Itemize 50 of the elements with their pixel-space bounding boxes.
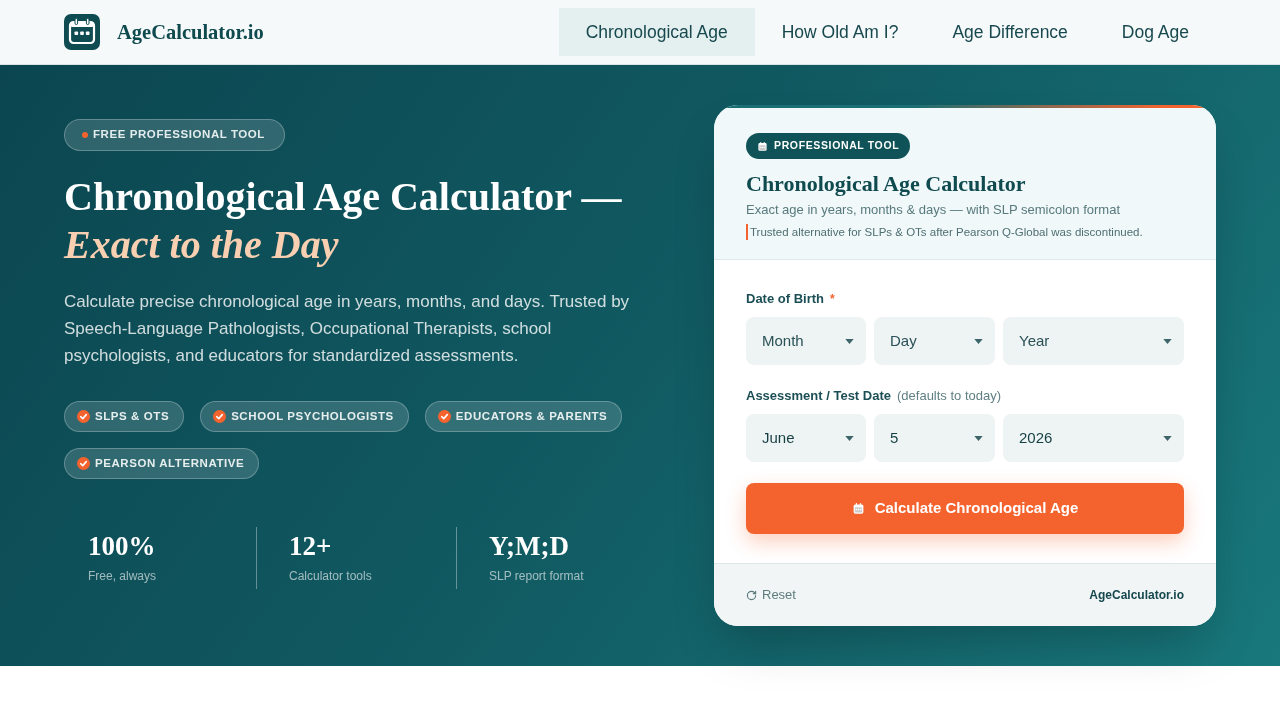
calendar-logo-icon xyxy=(64,14,100,50)
select-field[interactable]: 2026 xyxy=(1003,414,1184,462)
badge-label: PROFESSIONAL TOOL xyxy=(774,138,900,154)
calendar-icon xyxy=(851,502,865,515)
caret-icon xyxy=(1163,435,1172,441)
reset-icon xyxy=(746,589,757,601)
status-dot-icon xyxy=(82,132,88,138)
reset-button[interactable]: Reset xyxy=(746,585,796,605)
tag-label: EDUCATORS & PARENTS xyxy=(455,408,608,424)
check-circle-icon xyxy=(213,410,227,423)
stat-value: 100% xyxy=(88,531,157,561)
caret-icon xyxy=(974,435,983,441)
select-field[interactable]: Day xyxy=(874,317,995,365)
field-label: Assessment / Test Date xyxy=(746,387,891,405)
caret-icon xyxy=(974,338,983,344)
card-subtitle: Exact age in years, months & days — with SLP semicolon format xyxy=(746,201,1121,219)
tag-label: PEARSON ALTERNATIVE xyxy=(95,455,245,471)
field-hint: (defaults to today) xyxy=(897,387,1002,405)
check-circle-icon xyxy=(77,457,90,470)
select-field[interactable]: Year xyxy=(1003,317,1184,365)
nav-tab[interactable]: Chronological Age xyxy=(558,8,755,56)
nav-tab[interactable]: Dog Age xyxy=(1094,8,1216,56)
hero-title: Chronological Age Calculator — xyxy=(64,173,622,221)
footer-brand: AgeCalculator.io xyxy=(1089,587,1184,604)
nav-tab[interactable]: How Old Am I? xyxy=(754,8,926,56)
card-title: Chronological Age Calculator xyxy=(746,170,1026,198)
stat-label: SLP report format xyxy=(489,568,585,585)
check-circle-icon xyxy=(77,410,90,423)
stat-label: Calculator tools xyxy=(289,568,373,585)
select-field[interactable]: June xyxy=(746,414,866,462)
required-mark: * xyxy=(830,291,835,308)
caret-icon xyxy=(1163,338,1172,344)
stat-value: Y;M;D xyxy=(489,531,570,561)
logo-text: AgeCalculator.io xyxy=(117,19,264,46)
card-note: Trusted alternative for SLPs & OTs after Pearson Q-Global was discontinued. xyxy=(746,224,1143,240)
hero-description: Calculate precise chronological age in years, months, and days. Trusted by Speech-Language Pathologists, Occupational Therapists, school psychologists, and educators for standardized assessments. xyxy=(64,291,631,367)
select-field[interactable]: 5 xyxy=(874,414,995,462)
check-circle-icon xyxy=(437,410,451,423)
caret-icon xyxy=(845,338,854,344)
select-field[interactable]: Month xyxy=(746,317,866,365)
tag-label: SCHOOL PSYCHOLOGISTS xyxy=(231,408,394,424)
calendar-icon xyxy=(757,140,768,152)
field-label: Date of Birth xyxy=(746,290,824,308)
nav-tab[interactable]: Age Difference xyxy=(925,8,1095,56)
badge-text: FREE PROFESSIONAL TOOL xyxy=(93,127,265,143)
stat-value: 12+ xyxy=(289,531,333,561)
stat-label: Free, always xyxy=(88,568,158,585)
hero-title-accent: Exact to the Day xyxy=(64,221,340,269)
caret-icon xyxy=(845,435,854,441)
tag-label: SLPS & OTS xyxy=(95,408,170,424)
